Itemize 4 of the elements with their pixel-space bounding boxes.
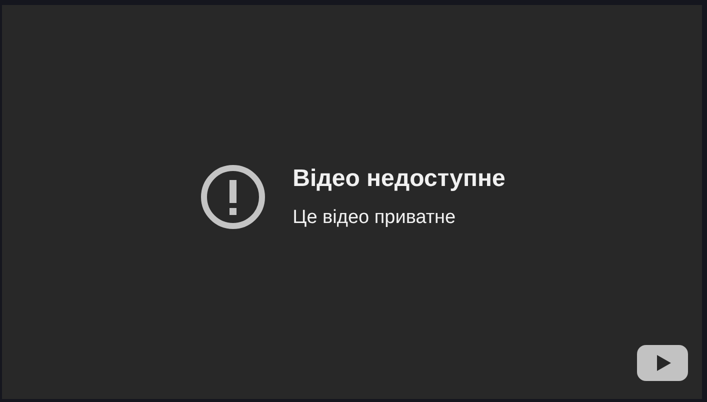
warning-icon	[198, 163, 267, 231]
error-message: Це відео приватне	[292, 207, 457, 229]
error-title: Відео недоступне	[292, 165, 506, 193]
play-logo-icon[interactable]	[637, 345, 688, 381]
